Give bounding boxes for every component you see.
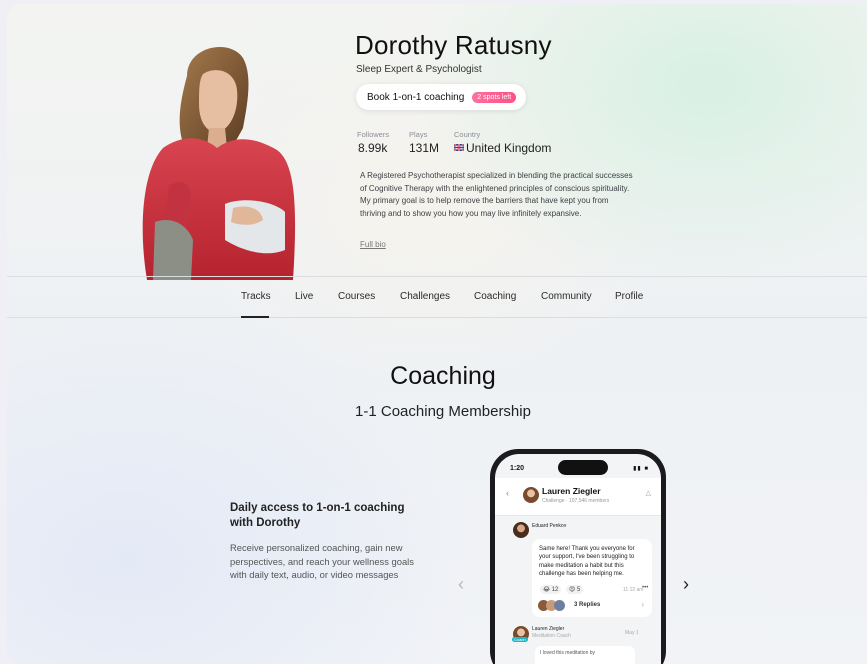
dynamic-island	[558, 460, 608, 475]
tab-challenges[interactable]: Challenges	[400, 291, 450, 302]
bell-icon[interactable]: △	[646, 489, 651, 497]
section-subtitle: 1-1 Coaching Membership	[355, 403, 531, 420]
sender-name: Eduard Penkov	[532, 523, 567, 529]
chat-subtitle: Challenge · 107,546 members	[542, 498, 610, 504]
tab-courses[interactable]: Courses	[338, 291, 375, 302]
phone-time: 1:20	[510, 465, 525, 472]
chat-avatar	[523, 487, 539, 503]
replies-label: 3 Replies	[574, 602, 601, 608]
coach-name: Lauren Ziegler	[532, 626, 565, 632]
status-icons: ▮▮ ■	[633, 466, 649, 472]
country-label: Country	[454, 130, 481, 139]
profile-role: Sleep Expert & Psychologist	[356, 64, 482, 75]
profile-photo	[142, 46, 296, 280]
phone-mockup: 1:20 ▮▮ ■ ‹ Lauren Ziegler Challenge · 1…	[490, 449, 666, 664]
profile-tabs: Tracks Live Courses Challenges Coaching …	[7, 276, 867, 318]
book-coaching-label: Book 1-on-1 coaching	[367, 91, 465, 103]
message-date: May 1	[625, 630, 639, 636]
carousel-next-arrow-icon[interactable]: ›	[683, 574, 689, 595]
chat-header: ‹ Lauren Ziegler Challenge · 107,546 mem…	[495, 478, 661, 516]
reaction-laugh-count: 12	[551, 587, 559, 593]
coach-role: Meditation Coach	[532, 633, 571, 639]
active-tab-indicator	[241, 316, 269, 318]
page-frame: Dorothy Ratusny Sleep Expert & Psycholog…	[7, 4, 867, 664]
reaction-heart-eyes-count: 5	[576, 587, 581, 593]
carousel-prev-arrow-icon[interactable]: ‹	[458, 574, 464, 595]
uk-flag-icon	[454, 144, 464, 151]
country-value: United Kingdom	[454, 141, 551, 155]
reaction-laugh[interactable]: 😂 12	[540, 585, 562, 594]
reply-avatar	[554, 600, 565, 611]
feature-description: Receive personalized coaching, gain new …	[230, 542, 414, 581]
profile-name: Dorothy Ratusny	[355, 30, 552, 60]
spots-left-badge: 2 spots left	[472, 91, 517, 103]
plays-value: 131M	[409, 141, 440, 155]
coach-badge: Coach	[512, 637, 528, 642]
reactions[interactable]: 😂 12 😍 5	[540, 585, 586, 594]
tab-live[interactable]: Live	[295, 291, 313, 302]
tab-community[interactable]: Community	[541, 291, 592, 302]
chat-name: Lauren Ziegler	[542, 486, 601, 496]
followers-label: Followers	[357, 130, 390, 139]
book-coaching-button[interactable]: Book 1-on-1 coaching 2 spots left	[356, 84, 527, 110]
plays-label: Plays	[409, 130, 428, 139]
message-time: 11:12 am	[623, 587, 644, 593]
feature-title: Daily access to 1-on-1 coaching with Dor…	[230, 502, 405, 529]
country-name: United Kingdom	[466, 141, 552, 155]
profile-bio: A Registered Psychotherapist specialized…	[360, 171, 633, 218]
tab-tracks[interactable]: Tracks	[241, 291, 271, 302]
followers-value: 8.99k	[358, 141, 388, 155]
tab-coaching[interactable]: Coaching	[474, 291, 516, 302]
full-bio-link[interactable]: Full bio	[360, 240, 386, 249]
coach-message: I loved this meditation by	[535, 646, 635, 664]
reaction-heart-eyes[interactable]: 😍 5	[566, 585, 584, 594]
phone-screen: 1:20 ▮▮ ■ ‹ Lauren Ziegler Challenge · 1…	[495, 454, 661, 664]
more-options-icon[interactable]: •••	[642, 585, 648, 591]
section-title: Coaching	[390, 362, 496, 390]
back-chevron-icon[interactable]: ‹	[506, 488, 509, 498]
sender-avatar	[513, 522, 529, 538]
tab-profile[interactable]: Profile	[615, 291, 643, 302]
replies-row[interactable]: 3 Replies ›	[532, 595, 652, 617]
chevron-right-icon: ›	[641, 600, 644, 609]
